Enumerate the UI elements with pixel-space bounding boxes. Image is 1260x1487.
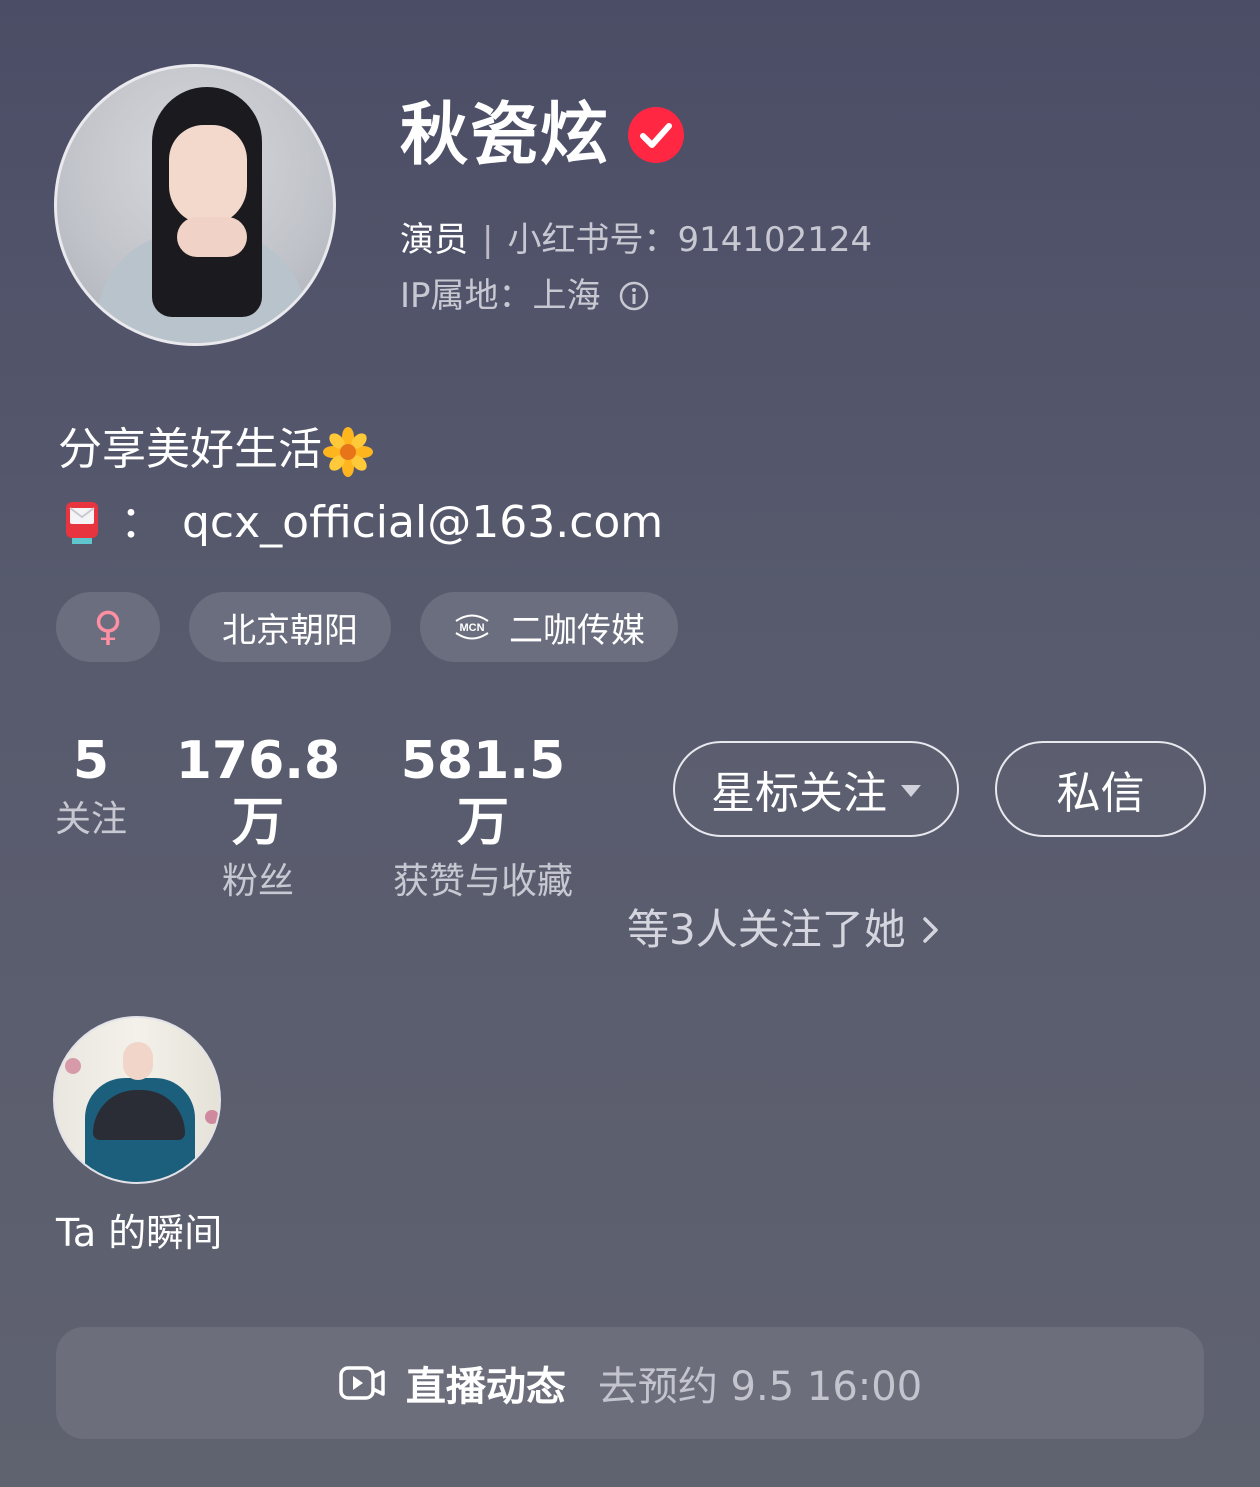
mcn-tag[interactable]: MCN 二咖传媒: [420, 592, 678, 662]
mutual-followers-text: 等3人关注了她: [627, 905, 906, 954]
live-reservation-bar[interactable]: 直播动态 去预约 9.5 16:00: [56, 1327, 1204, 1439]
location-label: 北京朝阳: [222, 610, 358, 651]
mcn-icon: MCN: [455, 614, 489, 640]
mutual-followers-link[interactable]: 等3人关注了她: [627, 900, 942, 960]
profile-ip-line: IP属地：上海: [400, 276, 649, 316]
email-address[interactable]: qcx_official@163.com: [182, 496, 663, 550]
star-follow-label: 星标关注: [711, 768, 887, 819]
profile-name: 秋瓷炫: [400, 96, 611, 175]
fans-label: 粉丝: [221, 861, 294, 902]
profile-bio: 分享美好生活: [58, 424, 374, 478]
profile-ip: IP属地：上海: [400, 276, 601, 316]
live-video-icon: [339, 1366, 385, 1400]
caret-down-icon: [901, 785, 921, 797]
following-count: 5: [72, 731, 110, 791]
likes-count: 581.5万: [400, 731, 566, 853]
profile-email-line: ： qcx_official@163.com: [62, 496, 663, 550]
mcn-icon-label: MCN: [459, 622, 484, 634]
live-title: 直播动态: [405, 1364, 566, 1410]
bio-text: 分享美好生活: [58, 424, 322, 475]
profile-id[interactable]: 小红书号：914102124: [507, 220, 872, 260]
stat-fans[interactable]: 176.8万 粉丝: [168, 730, 348, 904]
moment-thumbnail[interactable]: [53, 1016, 221, 1184]
profile-avatar[interactable]: [54, 64, 336, 346]
live-subtitle: 去预约 9.5 16:00: [597, 1364, 923, 1410]
mcn-label: 二咖传媒: [509, 610, 645, 651]
message-label: 私信: [1056, 768, 1145, 819]
email-prefix: ：: [120, 497, 164, 548]
sunflower-emoji-icon: [323, 427, 373, 477]
profile-meta-line: 演员 | 小红书号：914102124: [400, 220, 872, 260]
following-label: 关注: [54, 799, 127, 840]
verified-check-icon: [628, 107, 684, 163]
postbox-emoji-icon: [66, 502, 98, 544]
gender-tag: ♀: [56, 592, 160, 662]
star-follow-button[interactable]: 星标关注: [673, 741, 959, 837]
info-icon[interactable]: [619, 281, 649, 311]
stat-following[interactable]: 5 关注: [48, 730, 134, 842]
likes-label: 获赞与收藏: [392, 861, 573, 902]
female-icon: ♀: [93, 604, 123, 650]
message-button[interactable]: 私信: [995, 741, 1206, 837]
chevron-right-icon: [922, 917, 938, 943]
fans-count: 176.8万: [175, 731, 341, 853]
meta-separator: |: [482, 220, 494, 260]
location-tag[interactable]: 北京朝阳: [189, 592, 391, 662]
stat-likes-collects[interactable]: 581.5万 获赞与收藏: [386, 730, 580, 904]
profile-role: 演员: [400, 220, 468, 260]
moments-label: Ta 的瞬间: [56, 1211, 223, 1255]
